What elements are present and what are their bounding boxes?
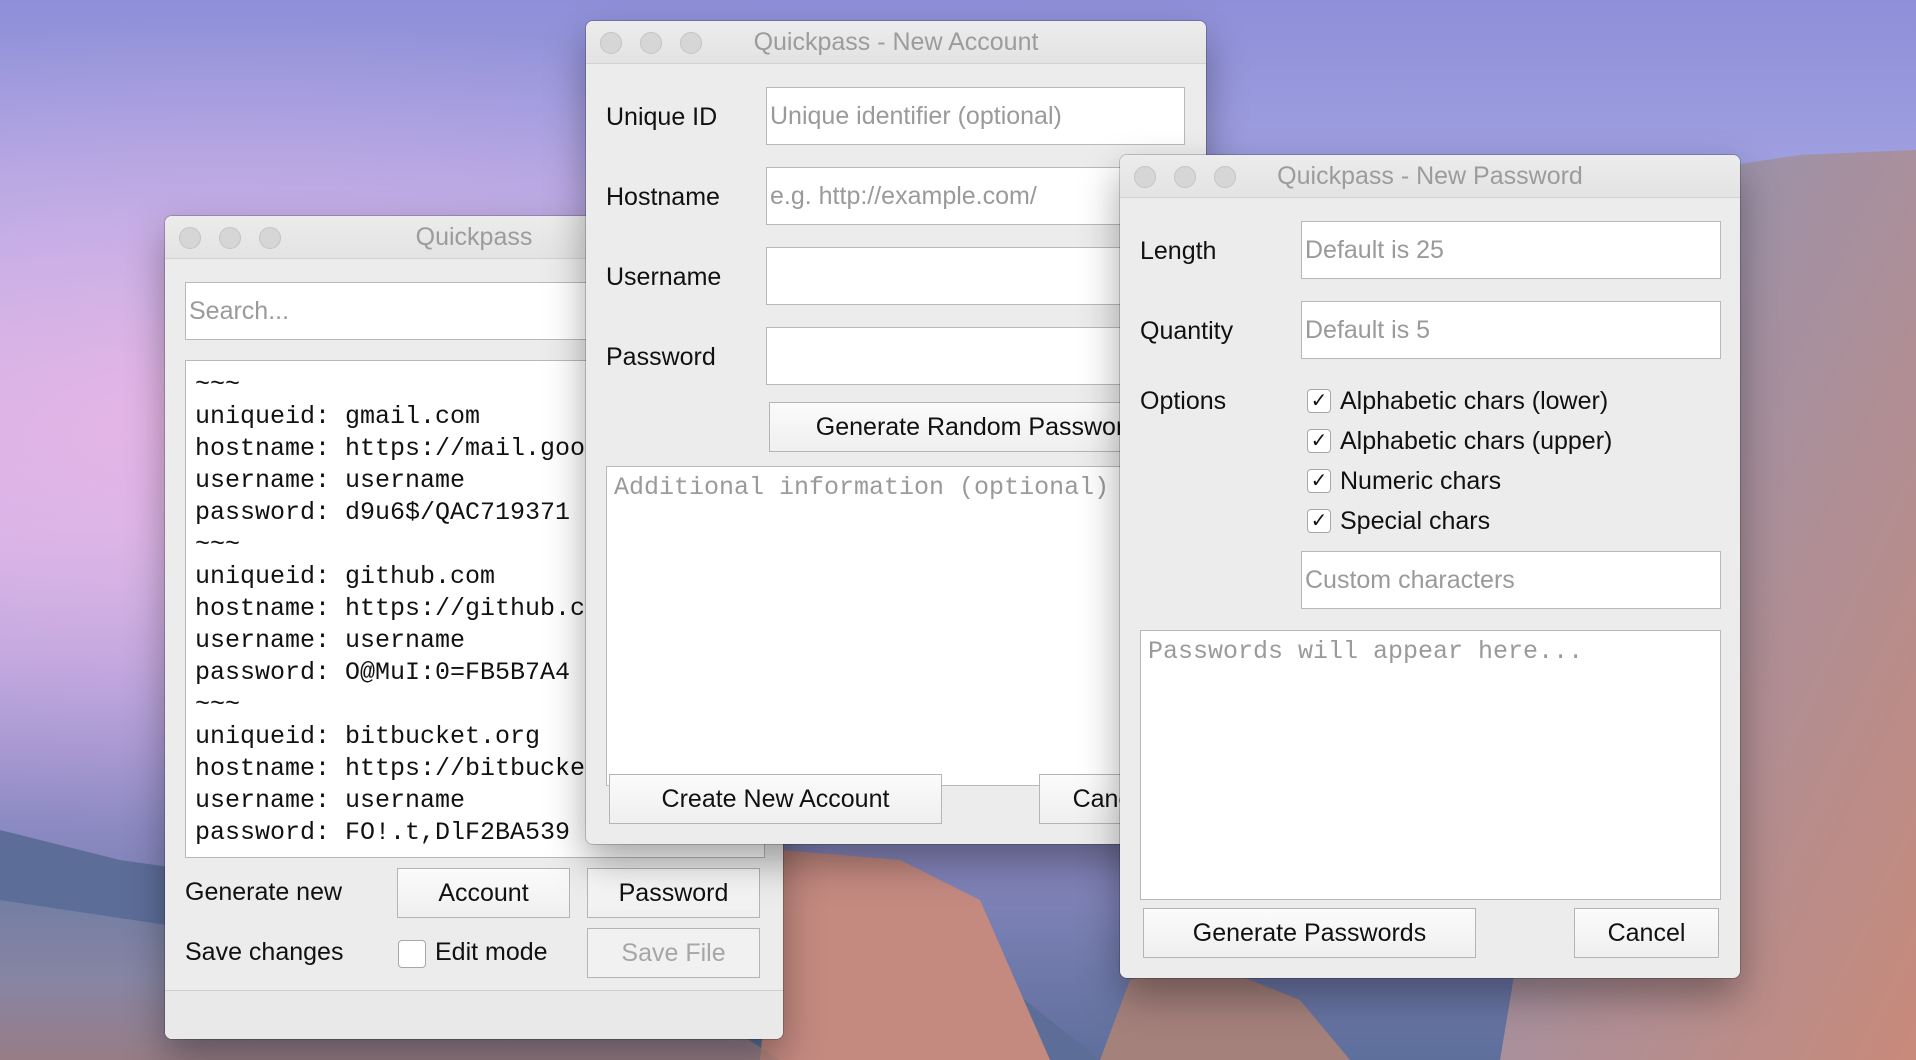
account-titlebar: Quickpass - New Account [586,21,1206,64]
status-bar [165,990,783,1039]
new-account-window: Quickpass - New Account Unique ID Hostna… [586,21,1206,844]
option-label: Numeric chars [1340,467,1502,495]
generate-passwords-button[interactable]: Generate Passwords [1143,908,1476,958]
password-titlebar: Quickpass - New Password [1120,155,1740,198]
generate-new-label: Generate new [185,878,343,906]
unique-id-input[interactable] [766,87,1185,145]
save-changes-label: Save changes [185,938,344,966]
password-window-title: Quickpass - New Password [1277,162,1583,190]
quantity-input[interactable] [1301,301,1721,359]
length-label: Length [1140,237,1217,265]
options-label: Options [1140,387,1227,415]
password-cancel-button[interactable]: Cancel [1574,908,1719,958]
length-input[interactable] [1301,221,1721,279]
option-label: Alphabetic chars (upper) [1340,427,1613,455]
new-password-button[interactable]: Password [587,868,760,918]
edit-mode-checkbox[interactable] [398,940,426,968]
edit-mode-label: Edit mode [435,938,548,966]
additional-info-input[interactable] [606,466,1186,786]
quantity-label: Quantity [1140,317,1234,345]
option-checkbox[interactable]: ✓ [1307,429,1331,453]
option-label: Alphabetic chars (lower) [1340,387,1609,415]
create-new-account-button[interactable]: Create New Account [609,774,942,824]
new-password-window: Quickpass - New Password Length Quantity… [1120,155,1740,978]
username-label: Username [606,263,722,291]
option-checkbox[interactable]: ✓ [1307,509,1331,533]
save-file-button[interactable]: Save File [587,928,760,978]
option-checkbox[interactable]: ✓ [1307,389,1331,413]
custom-characters-input[interactable] [1301,551,1721,609]
unique-id-label: Unique ID [606,103,718,131]
hostname-label: Hostname [606,183,720,211]
new-account-button[interactable]: Account [397,868,570,918]
passwords-output[interactable] [1140,630,1721,900]
password-label: Password [606,343,716,371]
option-label: Special chars [1340,507,1491,535]
option-checkbox[interactable]: ✓ [1307,469,1331,493]
account-window-title: Quickpass - New Account [753,28,1039,56]
